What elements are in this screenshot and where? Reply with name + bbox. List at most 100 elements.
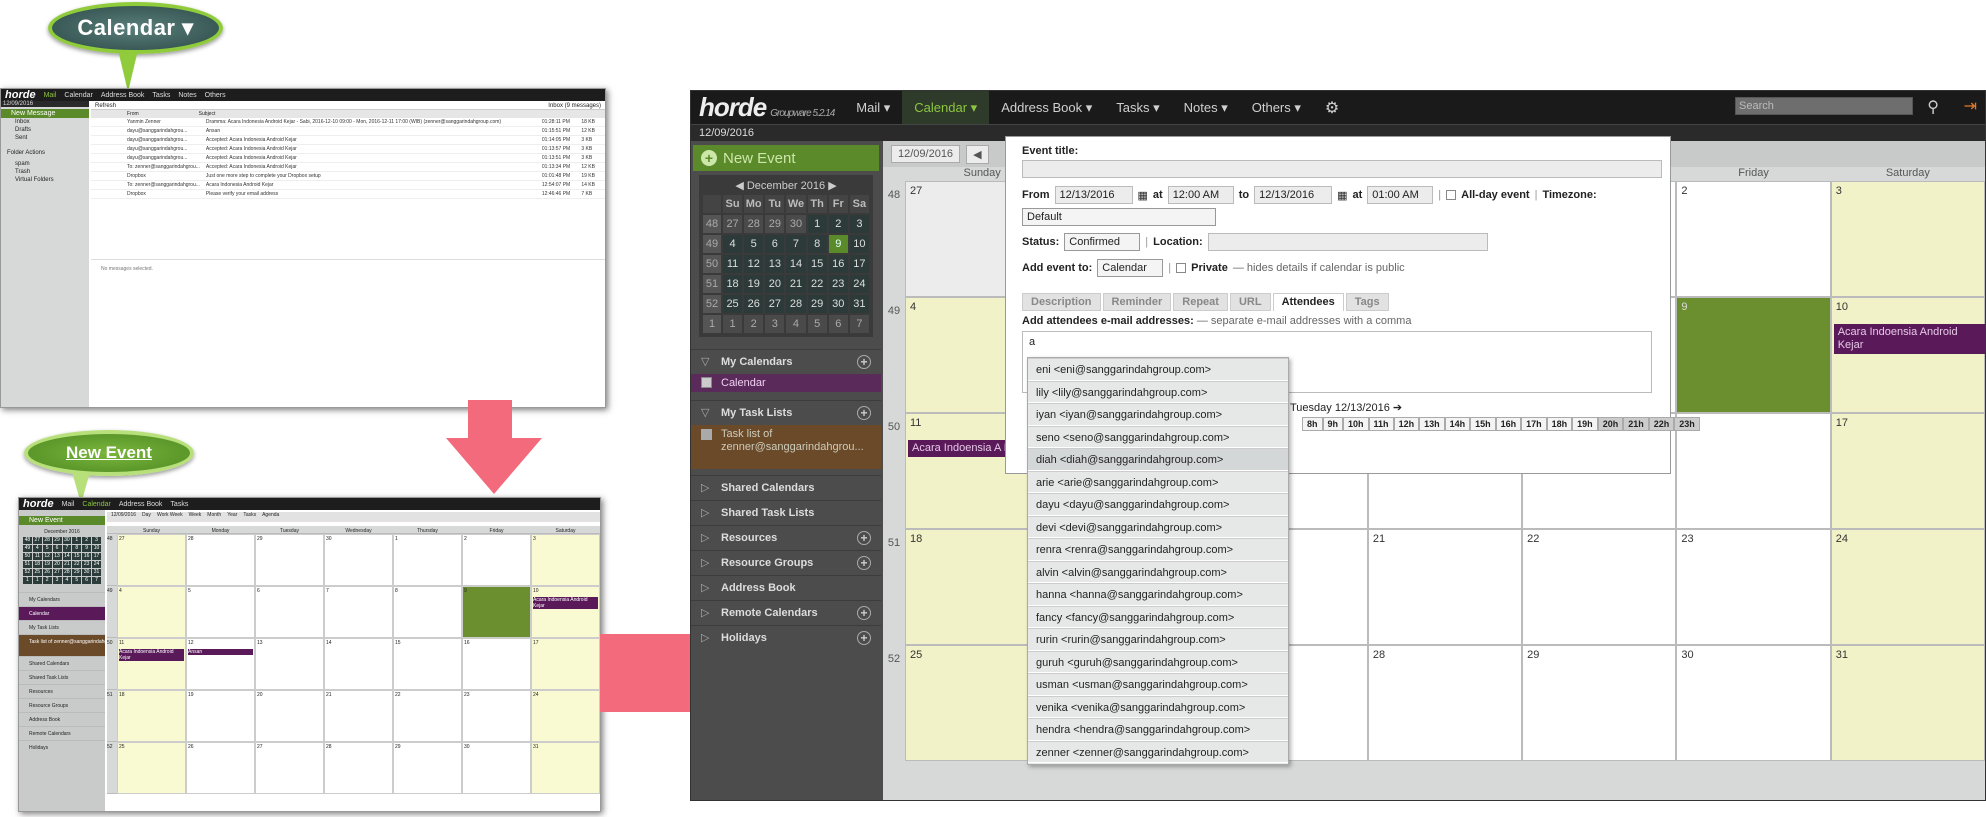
- hour-cell[interactable]: 12h: [1393, 417, 1420, 431]
- mini-week-number[interactable]: 49: [703, 235, 721, 253]
- timezone-select[interactable]: Default: [1022, 208, 1216, 226]
- status-select[interactable]: Confirmed: [1064, 233, 1141, 251]
- hour-cell[interactable]: 14h: [1444, 417, 1471, 431]
- calendar-picker-icon[interactable]: ▦: [1138, 189, 1148, 202]
- day-cell[interactable]: 10 Acara Indoensia Android Kejar: [1830, 297, 1985, 413]
- view-date-button[interactable]: 12/09/2016: [891, 145, 961, 163]
- mini-day[interactable]: 20: [765, 275, 785, 293]
- autocomplete-item[interactable]: dayu <dayu@sanggarindahgroup.com>: [1028, 493, 1288, 516]
- mini-week-number[interactable]: 1: [703, 315, 721, 333]
- to-date-input[interactable]: 12/13/2016: [1254, 186, 1333, 204]
- autocomplete-item[interactable]: venika <venika@sanggarindahgroup.com>: [1028, 695, 1288, 718]
- mini-day[interactable]: 12: [744, 255, 764, 273]
- gear-icon[interactable]: ⚙: [1313, 91, 1351, 124]
- menu-address-book[interactable]: Address Book ▾: [989, 91, 1104, 124]
- hour-cell[interactable]: 19h: [1572, 417, 1598, 431]
- mini-day[interactable]: 21: [786, 275, 806, 293]
- week-number[interactable]: 52: [883, 645, 905, 761]
- tab-tags[interactable]: Tags: [1345, 293, 1389, 311]
- tab-description[interactable]: Description: [1022, 293, 1101, 311]
- add-icon[interactable]: +: [857, 606, 871, 620]
- autocomplete-item[interactable]: hendra <hendra@sanggarindahgroup.com>: [1028, 718, 1288, 741]
- hour-cell[interactable]: 21h: [1623, 417, 1649, 431]
- autocomplete-item[interactable]: devi <devi@sanggarindahgroup.com>: [1028, 515, 1288, 538]
- menu-notes[interactable]: Notes ▾: [1172, 91, 1240, 124]
- day-cell[interactable]: 3: [1830, 181, 1985, 297]
- autocomplete-item[interactable]: seno <seno@sanggarindahgroup.com>: [1028, 425, 1288, 448]
- mini-day[interactable]: 5: [744, 235, 764, 253]
- mini-week-number[interactable]: 48: [703, 215, 721, 233]
- event-title-input[interactable]: [1022, 160, 1662, 178]
- calendar-event[interactable]: Acara Indoensia Android Kejar: [1833, 324, 1985, 354]
- mini-day[interactable]: 5: [807, 315, 827, 333]
- autocomplete-item[interactable]: iyan <iyan@sanggarindahgroup.com>: [1028, 403, 1288, 426]
- mini-day[interactable]: 26: [744, 295, 764, 313]
- mini-day[interactable]: 8: [807, 235, 827, 253]
- hour-cell[interactable]: 9h: [1322, 417, 1344, 431]
- day-cell[interactable]: 31: [1830, 645, 1985, 761]
- day-cell[interactable]: 30: [1676, 645, 1831, 761]
- autocomplete-item[interactable]: alvin <alvin@sanggarindahgroup.com>: [1028, 560, 1288, 583]
- mini-week-number[interactable]: 50: [703, 255, 721, 273]
- private-checkbox[interactable]: [1176, 263, 1187, 273]
- hour-cell[interactable]: 22h: [1648, 417, 1675, 431]
- mini-day[interactable]: 7: [786, 235, 806, 253]
- day-cell[interactable]: 9: [1676, 297, 1831, 413]
- mini-day[interactable]: 24: [849, 275, 869, 293]
- mini-day[interactable]: 28: [744, 215, 764, 233]
- hour-cell[interactable]: 10h: [1343, 417, 1369, 431]
- mini-day[interactable]: 30: [828, 295, 848, 313]
- add-icon[interactable]: +: [857, 556, 871, 570]
- calendar-picker-icon[interactable]: ▦: [1337, 189, 1347, 202]
- day-cell[interactable]: 24: [1830, 529, 1985, 645]
- week-number[interactable]: 50: [883, 413, 905, 529]
- location-input[interactable]: [1207, 233, 1488, 251]
- mini-day[interactable]: 29: [765, 215, 785, 233]
- hour-cell[interactable]: 23h: [1674, 417, 1700, 431]
- new-event-button[interactable]: + New Event: [693, 145, 879, 171]
- next-day-icon[interactable]: ➔: [1393, 401, 1402, 414]
- calendar-item[interactable]: Calendar: [691, 374, 881, 392]
- week-number[interactable]: 51: [883, 529, 905, 645]
- add-task-list-icon[interactable]: +: [857, 406, 871, 420]
- sidebar-section-shared-calendars[interactable]: ▷ Shared Calendars: [691, 475, 881, 500]
- tab-repeat[interactable]: Repeat: [1173, 293, 1228, 311]
- logout-icon[interactable]: ⇥: [1964, 96, 1977, 116]
- day-cell[interactable]: 29: [1522, 645, 1677, 761]
- mini-day[interactable]: 15: [807, 255, 827, 273]
- prev-icon[interactable]: ◀: [966, 144, 989, 164]
- autocomplete-item[interactable]: arie <arie@sanggarindahgroup.com>: [1028, 470, 1288, 493]
- tab-reminder[interactable]: Reminder: [1102, 293, 1172, 311]
- tab-url[interactable]: URL: [1229, 293, 1271, 311]
- prev-month-icon[interactable]: ◀: [735, 180, 747, 192]
- mini-day[interactable]: 22: [807, 275, 827, 293]
- hour-cell[interactable]: 20h: [1597, 417, 1624, 431]
- day-cell[interactable]: 22: [1522, 529, 1677, 645]
- mini-day[interactable]: 1: [723, 315, 743, 333]
- sidebar-section-shared-task-lists[interactable]: ▷ Shared Task Lists: [691, 500, 881, 525]
- menu-tasks[interactable]: Tasks ▾: [1104, 91, 1171, 124]
- mini-day[interactable]: 14: [786, 255, 806, 273]
- mini-day[interactable]: 23: [828, 275, 848, 293]
- mini-day[interactable]: 28: [786, 295, 806, 313]
- mini-day[interactable]: 31: [849, 295, 869, 313]
- day-cell[interactable]: 17: [1830, 413, 1985, 529]
- from-time-input[interactable]: 12:00 AM: [1167, 186, 1234, 204]
- sidebar-section-address-book[interactable]: ▷ Address Book: [691, 575, 881, 600]
- mini-day[interactable]: 16: [828, 255, 848, 273]
- from-date-input[interactable]: 12/13/2016: [1054, 186, 1133, 204]
- to-time-input[interactable]: 01:00 AM: [1367, 186, 1434, 204]
- hour-cell[interactable]: 16h: [1495, 417, 1522, 431]
- mini-day[interactable]: 1: [807, 215, 827, 233]
- add-icon[interactable]: +: [857, 631, 871, 645]
- autocomplete-item[interactable]: zenner <zenner@sanggarindahgroup.com>: [1028, 740, 1288, 763]
- mini-day[interactable]: 29: [807, 295, 827, 313]
- sidebar-section-resource-groups[interactable]: ▷ Resource Groups +: [691, 550, 881, 575]
- menu-calendar[interactable]: Calendar ▾: [902, 91, 990, 124]
- hour-cell[interactable]: 18h: [1546, 417, 1573, 431]
- mini-day[interactable]: 30: [786, 215, 806, 233]
- hour-cell[interactable]: 13h: [1419, 417, 1445, 431]
- sidebar-section-remote-calendars[interactable]: ▷ Remote Calendars +: [691, 600, 881, 625]
- mini-day[interactable]: 2: [744, 315, 764, 333]
- mini-day[interactable]: 25: [723, 295, 743, 313]
